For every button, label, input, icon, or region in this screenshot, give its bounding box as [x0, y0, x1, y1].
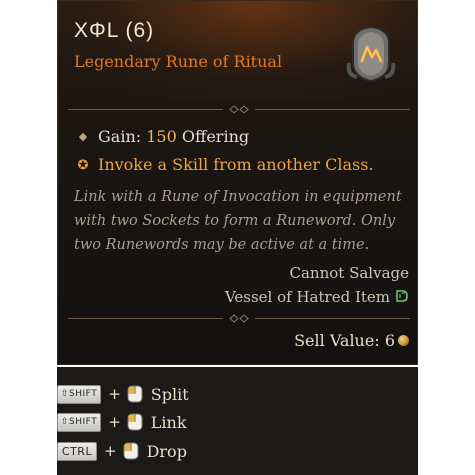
- link-label: Link: [150, 412, 187, 432]
- split-label: Split: [150, 384, 189, 404]
- gain-value: 150: [146, 127, 177, 146]
- divider-ornament-icon: [229, 105, 249, 114]
- shift-key: ⇧SHIFT: [57, 412, 102, 432]
- vessel-of-hatred-icon: [396, 290, 408, 302]
- legendary-effect: ✪ Invoke a Skill from another Class.: [74, 155, 374, 174]
- vessel-item-label: Vessel of Hatred Item: [225, 288, 409, 306]
- left-click-icon: [123, 442, 139, 460]
- drop-hint: CTRL + Drop: [57, 439, 187, 463]
- split-hint: ⇧SHIFT + Split: [57, 382, 189, 406]
- left-click-icon: [127, 413, 143, 431]
- shift-key: ⇧SHIFT: [57, 384, 102, 404]
- gold-coin-icon: [398, 335, 409, 346]
- rune-description: Link with a Rune of Invocation in equipm…: [74, 189, 402, 253]
- item-tooltip: XΦL (6) Legendary Rune of Ritual ◆ Gain: …: [57, 0, 418, 365]
- diamond-bullet-icon: ◆: [78, 130, 88, 143]
- gain-offering-stat: ◆ Gain: 150 Offering: [74, 127, 249, 146]
- drop-label: Drop: [146, 441, 187, 461]
- control-hints: ⇧SHIFT + Split ⇧SHIFT + Link CTRL + Drop: [57, 367, 418, 475]
- section-divider: [68, 314, 410, 324]
- legendary-bullet-icon: ✪: [77, 158, 89, 173]
- section-divider: [68, 105, 410, 115]
- link-hint: ⇧SHIFT + Link: [57, 410, 187, 434]
- cannot-salvage-label: Cannot Salvage: [289, 264, 409, 282]
- item-rarity-type: Legendary Rune of Ritual: [74, 52, 283, 71]
- divider-ornament-icon: [229, 314, 249, 323]
- item-title: XΦL (6): [74, 19, 155, 42]
- left-click-icon: [127, 385, 143, 403]
- sell-value: Sell Value: 6: [294, 331, 409, 350]
- ctrl-key: CTRL: [57, 441, 97, 461]
- rune-ritual-icon: [346, 25, 396, 83]
